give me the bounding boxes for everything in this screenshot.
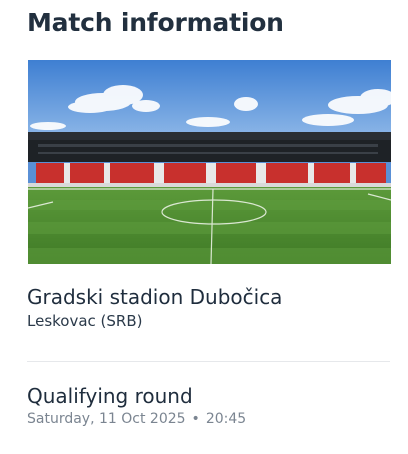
- divider: [27, 361, 390, 362]
- section-title: Match information: [27, 8, 284, 37]
- match-time: 20:45: [205, 411, 247, 427]
- match-datetime: Saturday, 11 Oct 2025 • 20:45: [27, 411, 246, 427]
- stadium-illustration: [28, 60, 391, 264]
- datetime-separator: •: [191, 411, 200, 427]
- match-date: Saturday, 11 Oct 2025: [27, 411, 186, 427]
- venue-name: Gradski stadion Dubočica: [27, 285, 283, 309]
- match-information-panel: Match information Gradski stadion Duboči…: [0, 0, 408, 454]
- stadium-photo: [28, 60, 391, 264]
- match-round: Qualifying round: [27, 384, 193, 408]
- venue-city: Leskovac (SRB): [27, 312, 143, 330]
